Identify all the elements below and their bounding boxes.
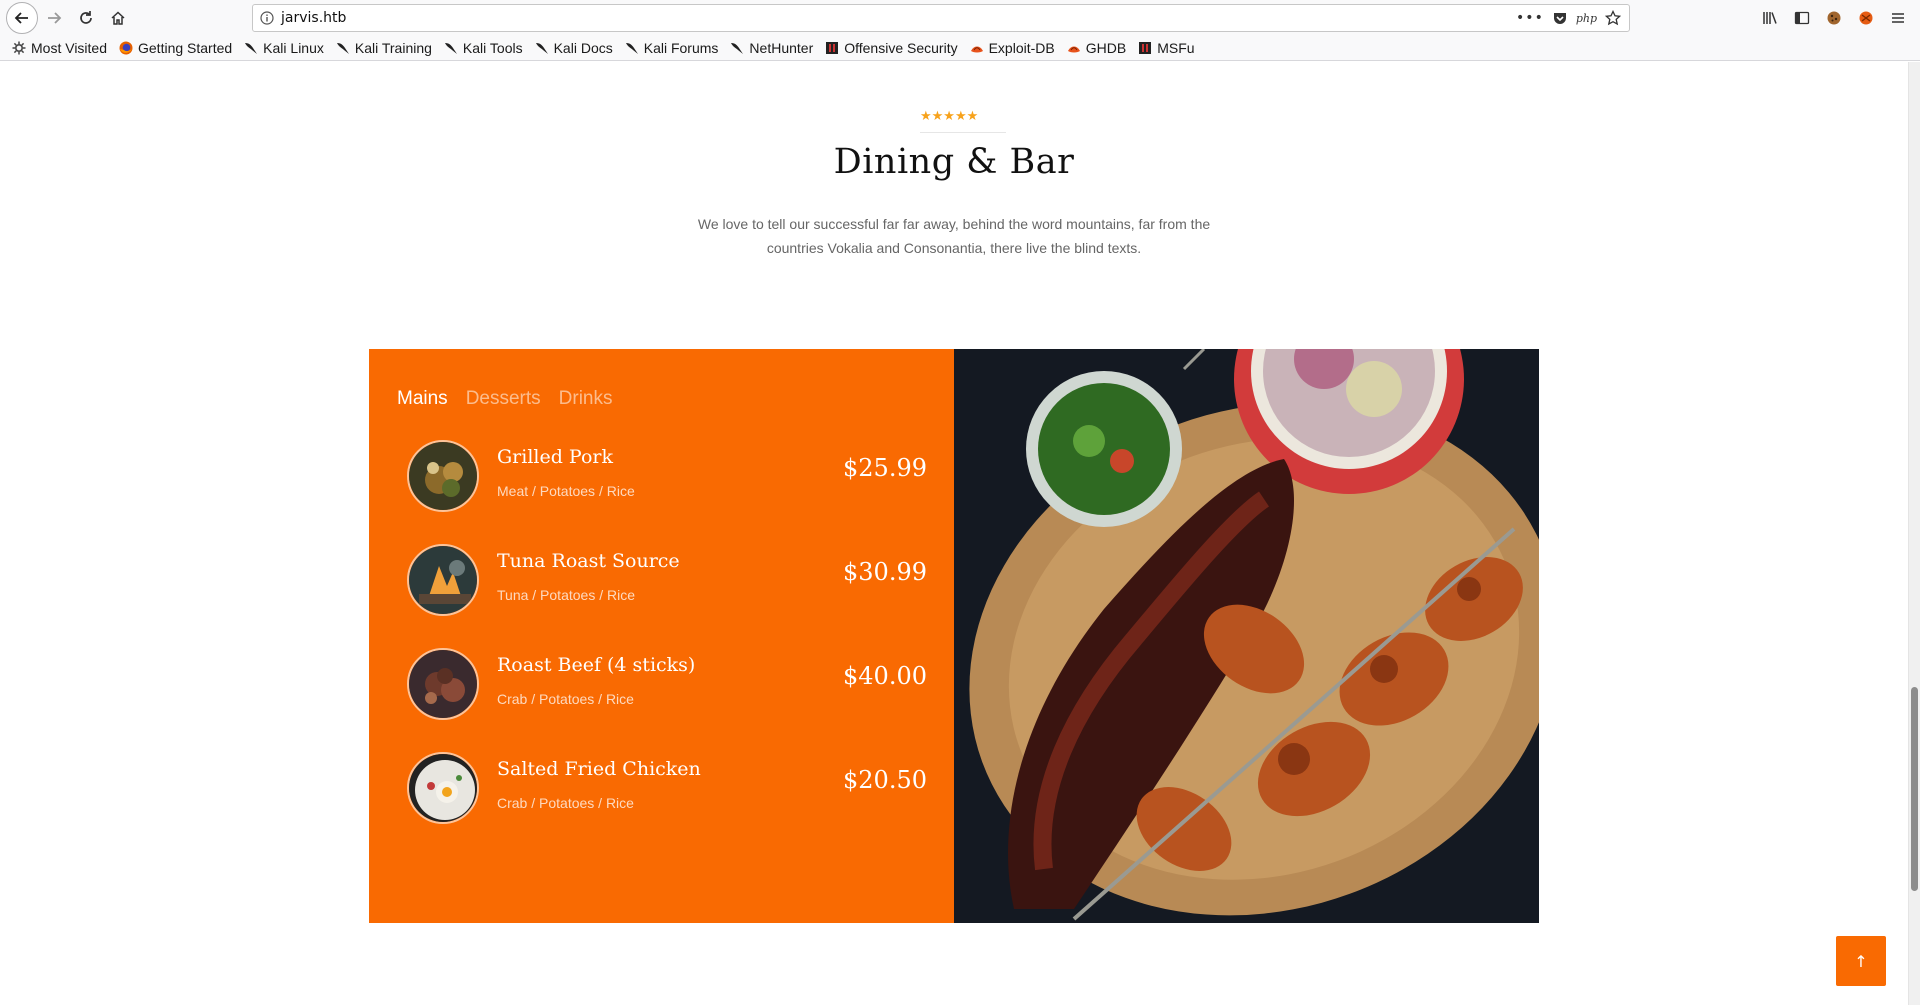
stars-divider: [920, 132, 1006, 133]
bookmark-offensive-security[interactable]: Offensive Security: [825, 40, 958, 56]
kali-dragon-icon: [244, 41, 258, 55]
home-icon: [111, 10, 125, 25]
dish-thumbnail: [407, 544, 479, 616]
menu-tabs: Mains Desserts Drinks: [397, 388, 613, 410]
url-text[interactable]: jarvis.htb: [281, 10, 1516, 26]
bookmark-nethunter[interactable]: NetHunter: [730, 40, 813, 56]
bookmark-kali-linux[interactable]: Kali Linux: [244, 40, 324, 56]
gear-icon: [12, 41, 26, 55]
back-button[interactable]: [6, 1, 38, 34]
dish-price: $20.50: [843, 766, 927, 794]
dish-name: Roast Beef (4 sticks): [497, 654, 696, 676]
menu-item: Salted Fried Chicken Crab / Potatoes / R…: [407, 752, 927, 824]
menu-item: Tuna Roast Source Tuna / Potatoes / Rice…: [407, 544, 927, 616]
dish-price: $25.99: [843, 454, 927, 482]
food-photo: [954, 349, 1539, 923]
arrow-right-icon: [48, 11, 62, 24]
rating-stars: ★★★★★: [920, 109, 979, 124]
menu-hamburger-icon[interactable]: [1884, 4, 1912, 32]
dish-name: Tuna Roast Source: [497, 550, 680, 572]
pocket-icon[interactable]: [1552, 10, 1568, 26]
bookmarks-toolbar: Most Visited Getting Started Kali Linux …: [0, 35, 1920, 61]
dish-price: $30.99: [843, 558, 927, 586]
scroll-to-top-button[interactable]: ↑: [1836, 936, 1886, 986]
section-description: We love to tell our successful far far a…: [697, 216, 1211, 256]
tab-drinks[interactable]: Drinks: [559, 388, 613, 410]
bookmark-msfu[interactable]: MSFu: [1138, 40, 1195, 56]
forward-button[interactable]: [38, 2, 70, 34]
dish-ingredients: Crab / Potatoes / Rice: [497, 795, 634, 811]
page-content: ★★★★★ Dining & Bar We love to tell our s…: [0, 62, 1920, 1005]
kali-dragon-icon: [444, 41, 458, 55]
tab-desserts[interactable]: Desserts: [466, 388, 541, 410]
bookmark-exploit-db[interactable]: Exploit-DB: [970, 40, 1055, 56]
page-actions-icon[interactable]: •••: [1516, 10, 1544, 26]
url-bar[interactable]: jarvis.htb ••• php: [252, 4, 1630, 32]
bookmark-kali-tools[interactable]: Kali Tools: [444, 40, 523, 56]
exploitdb-icon: [970, 41, 984, 55]
browser-navbar: jarvis.htb ••• php: [0, 0, 1920, 35]
dish-name: Grilled Pork: [497, 446, 613, 468]
dish-ingredients: Tuna / Potatoes / Rice: [497, 587, 635, 603]
exploitdb-icon: [1067, 41, 1081, 55]
toolbar-right: [1756, 0, 1920, 35]
scrollbar-thumb[interactable]: [1911, 687, 1918, 891]
tab-mains[interactable]: Mains: [397, 388, 448, 410]
menu-item: Roast Beef (4 sticks) Crab / Potatoes / …: [407, 648, 927, 720]
php-extension-icon[interactable]: php: [1576, 12, 1597, 25]
dish-thumbnail: [407, 752, 479, 824]
library-icon[interactable]: [1756, 4, 1784, 32]
bookmark-kali-forums[interactable]: Kali Forums: [625, 40, 718, 56]
dish-ingredients: Crab / Potatoes / Rice: [497, 691, 634, 707]
offsec-icon: [825, 41, 839, 55]
page-scrollbar[interactable]: [1908, 62, 1920, 1005]
dish-name: Salted Fried Chicken: [497, 758, 701, 780]
bookmark-ghdb[interactable]: GHDB: [1067, 40, 1126, 56]
menu-panel: Mains Desserts Drinks Grilled Pork Meat …: [369, 349, 954, 923]
bookmark-most-visited[interactable]: Most Visited: [12, 40, 107, 56]
sidebar-icon[interactable]: [1788, 4, 1816, 32]
arrow-up-icon: ↑: [1854, 951, 1868, 971]
section-title: Dining & Bar: [833, 142, 1075, 182]
reload-button[interactable]: [70, 2, 102, 34]
cookie-extension-icon[interactable]: [1820, 4, 1848, 32]
kali-dragon-icon: [625, 41, 639, 55]
offsec-icon: [1138, 41, 1152, 55]
foxyproxy-icon[interactable]: [1852, 4, 1880, 32]
dish-price: $40.00: [843, 662, 927, 690]
kali-dragon-icon: [336, 41, 350, 55]
firefox-icon: [119, 41, 133, 55]
info-icon[interactable]: [253, 11, 281, 25]
dish-thumbnail: [407, 648, 479, 720]
reload-icon: [80, 10, 92, 24]
arrow-left-icon: [14, 11, 28, 24]
kali-dragon-icon: [730, 41, 744, 55]
bookmark-star-icon[interactable]: [1605, 10, 1621, 26]
bookmark-kali-training[interactable]: Kali Training: [336, 40, 432, 56]
bookmark-kali-docs[interactable]: Kali Docs: [535, 40, 613, 56]
bookmark-getting-started[interactable]: Getting Started: [119, 40, 232, 56]
kali-dragon-icon: [535, 41, 549, 55]
menu-item: Grilled Pork Meat / Potatoes / Rice $25.…: [407, 440, 927, 512]
dish-thumbnail: [407, 440, 479, 512]
home-button[interactable]: [102, 2, 134, 34]
dish-ingredients: Meat / Potatoes / Rice: [497, 483, 635, 499]
